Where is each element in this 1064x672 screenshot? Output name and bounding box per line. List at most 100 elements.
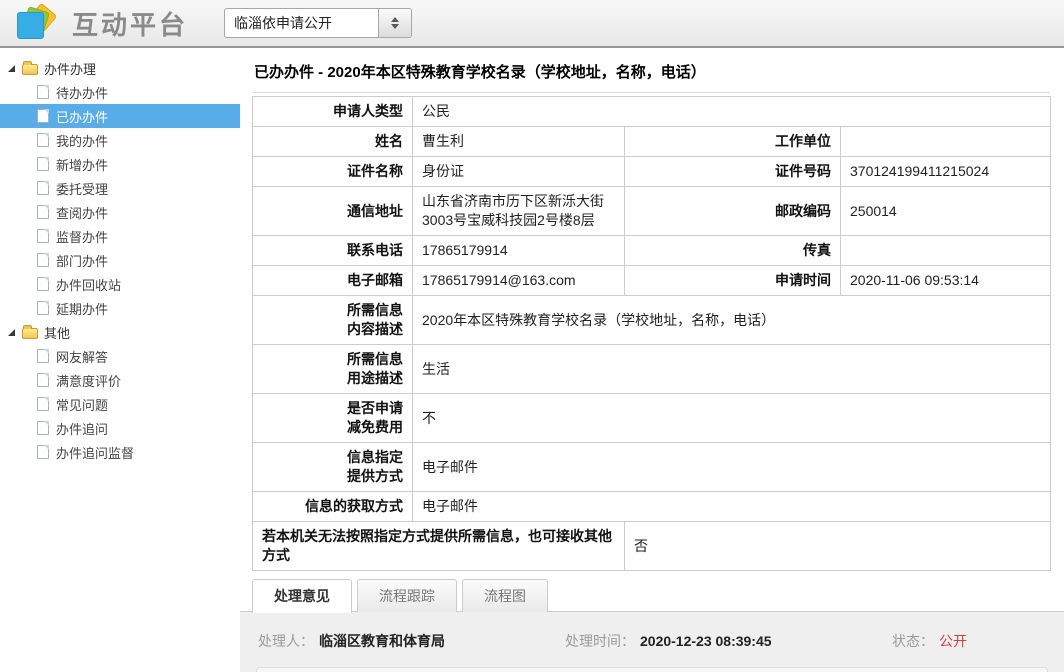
channel-select-value: 临淄依申请公开 <box>225 9 378 37</box>
sidebar-item-label: 查阅办件 <box>56 203 108 222</box>
field-label: 所需信息 用途描述 <box>253 345 413 394</box>
handle-time-label: 处理时间： <box>565 633 635 649</box>
field-label: 联系电话 <box>253 236 413 266</box>
field-label: 工作单位 <box>625 127 841 157</box>
sidebar-item[interactable]: 查阅办件 <box>0 200 240 224</box>
document-icon <box>37 253 49 267</box>
table-row: 申请人类型公民 <box>253 97 1051 127</box>
arrow-up-icon <box>391 17 399 22</box>
handler-label: 处理人： <box>258 633 314 649</box>
table-row: 电子邮箱17865179914@163.com申请时间2020-11-06 09… <box>253 266 1051 296</box>
field-label: 证件名称 <box>253 157 413 187</box>
table-row: 所需信息 内容描述2020年本区特殊教育学校名录（学校地址，名称，电话） <box>253 296 1051 345</box>
channel-select[interactable]: 临淄依申请公开 <box>224 8 412 38</box>
sidebar-item-label: 网友解答 <box>56 347 108 366</box>
status-label: 状态： <box>892 633 934 649</box>
tree-expander-icon[interactable] <box>8 65 15 72</box>
sidebar-item[interactable]: 监督办件 <box>0 224 240 248</box>
sidebar-item-label: 办件追问 <box>56 419 108 438</box>
table-row: 通信地址山东省济南市历下区新泺大街3003号宝威科技园2号楼8层邮政编码2500… <box>253 187 1051 236</box>
field-value: 否 <box>625 522 1051 571</box>
sidebar-item-label: 满意度评价 <box>56 371 121 390</box>
document-icon <box>37 277 49 291</box>
table-row: 若本机关无法按照指定方式提供所需信息，也可接收其他方式否 <box>253 522 1051 571</box>
document-icon <box>37 397 49 411</box>
tabs-bar: 处理意见流程跟踪流程图 <box>252 579 1050 612</box>
sidebar-item-label: 监督办件 <box>56 227 108 246</box>
result-meta-row: 处理人：临淄区教育和体育局 处理时间：2020-12-23 08:39:45 状… <box>240 612 1064 664</box>
sidebar-item[interactable]: 延期办件 <box>0 296 240 320</box>
tab-1[interactable]: 流程跟踪 <box>357 579 457 612</box>
sidebar: 办件办理待办办件已办办件我的办件新增办件委托受理查阅办件监督办件部门办件办件回收… <box>0 48 240 670</box>
sidebar-item-label: 延期办件 <box>56 299 108 318</box>
sidebar-item[interactable]: 待办办件 <box>0 80 240 104</box>
app-title: 互动平台 <box>72 5 188 42</box>
document-icon <box>37 349 49 363</box>
table-row: 姓名曹生利工作单位 <box>253 127 1051 157</box>
field-label: 邮政编码 <box>625 187 841 236</box>
reply-box: 我单位已于2020年12月1日通过电子邮件形式对此件进行了答复。 <box>256 667 1048 672</box>
sidebar-item[interactable]: 办件回收站 <box>0 272 240 296</box>
logo-blue-note-icon <box>17 12 44 39</box>
tab-0[interactable]: 处理意见 <box>252 579 352 613</box>
field-value: 电子邮件 <box>413 443 1051 492</box>
sidebar-item[interactable]: 办件追问 <box>0 416 240 440</box>
sidebar-item[interactable]: 部门办件 <box>0 248 240 272</box>
sidebar-item[interactable]: 常见问题 <box>0 392 240 416</box>
folder-icon <box>22 328 38 339</box>
field-label: 通信地址 <box>253 187 413 236</box>
app-header: 互动平台 临淄依申请公开 <box>0 0 1064 48</box>
tree-folder-node[interactable]: 其他 <box>0 320 240 344</box>
field-value: 370124199411215024 <box>841 157 1051 187</box>
sidebar-item-label: 已办办件 <box>56 107 108 126</box>
field-label: 申请时间 <box>625 266 841 296</box>
channel-select-spinner-button[interactable] <box>378 9 411 37</box>
sidebar-item[interactable]: 满意度评价 <box>0 368 240 392</box>
sidebar-item[interactable]: 我的办件 <box>0 128 240 152</box>
sidebar-item-label: 办件回收站 <box>56 275 121 294</box>
handle-time-field: 处理时间： 2020-12-23 08:39:45 <box>565 631 892 651</box>
field-value: 身份证 <box>413 157 625 187</box>
document-icon <box>37 133 49 147</box>
field-value <box>841 127 1051 157</box>
field-label: 信息指定 提供方式 <box>253 443 413 492</box>
sidebar-item[interactable]: 已办办件 <box>0 104 240 128</box>
folder-icon <box>22 64 38 75</box>
arrow-down-icon <box>391 24 399 29</box>
result-panel: 处理人：临淄区教育和体育局 处理时间：2020-12-23 08:39:45 状… <box>240 611 1064 672</box>
app-logo-icon <box>12 4 58 42</box>
sidebar-item[interactable]: 新增办件 <box>0 152 240 176</box>
field-label: 所需信息 内容描述 <box>253 296 413 345</box>
detail-table: 申请人类型公民姓名曹生利工作单位证件名称身份证证件号码3701241994112… <box>252 96 1051 571</box>
sidebar-item[interactable]: 网友解答 <box>0 344 240 368</box>
field-value: 电子邮件 <box>413 492 1051 522</box>
field-value: 17865179914@163.com <box>413 266 625 296</box>
sidebar-item[interactable]: 办件追问监督 <box>0 440 240 464</box>
document-icon <box>37 157 49 171</box>
field-label: 申请人类型 <box>253 97 413 127</box>
main-content: 已办办件 - 2020年本区特殊教育学校名录（学校地址，名称，电话） 申请人类型… <box>240 48 1064 670</box>
handle-time-value: 2020-12-23 08:39:45 <box>640 633 772 649</box>
document-icon <box>37 421 49 435</box>
sidebar-item[interactable]: 委托受理 <box>0 176 240 200</box>
sidebar-tree: 办件办理待办办件已办办件我的办件新增办件委托受理查阅办件监督办件部门办件办件回收… <box>0 56 240 464</box>
table-row: 信息的获取方式电子邮件 <box>253 492 1051 522</box>
field-value: 17865179914 <box>413 236 625 266</box>
detail-table-body: 申请人类型公民姓名曹生利工作单位证件名称身份证证件号码3701241994112… <box>253 97 1051 571</box>
tab-2[interactable]: 流程图 <box>462 579 548 612</box>
document-icon <box>37 445 49 459</box>
field-label: 电子邮箱 <box>253 266 413 296</box>
sidebar-item-label: 我的办件 <box>56 131 108 150</box>
field-value <box>841 236 1051 266</box>
status-field: 状态： 公开 <box>892 631 1044 651</box>
document-icon <box>37 373 49 387</box>
tree-folder-label: 办件办理 <box>44 59 96 78</box>
tree-expander-icon[interactable] <box>8 329 15 336</box>
document-icon <box>37 109 49 123</box>
status-badge: 公开 <box>939 633 967 649</box>
document-icon <box>37 85 49 99</box>
document-icon <box>37 205 49 219</box>
field-value: 250014 <box>841 187 1051 236</box>
field-value: 不 <box>413 394 1051 443</box>
tree-folder-node[interactable]: 办件办理 <box>0 56 240 80</box>
